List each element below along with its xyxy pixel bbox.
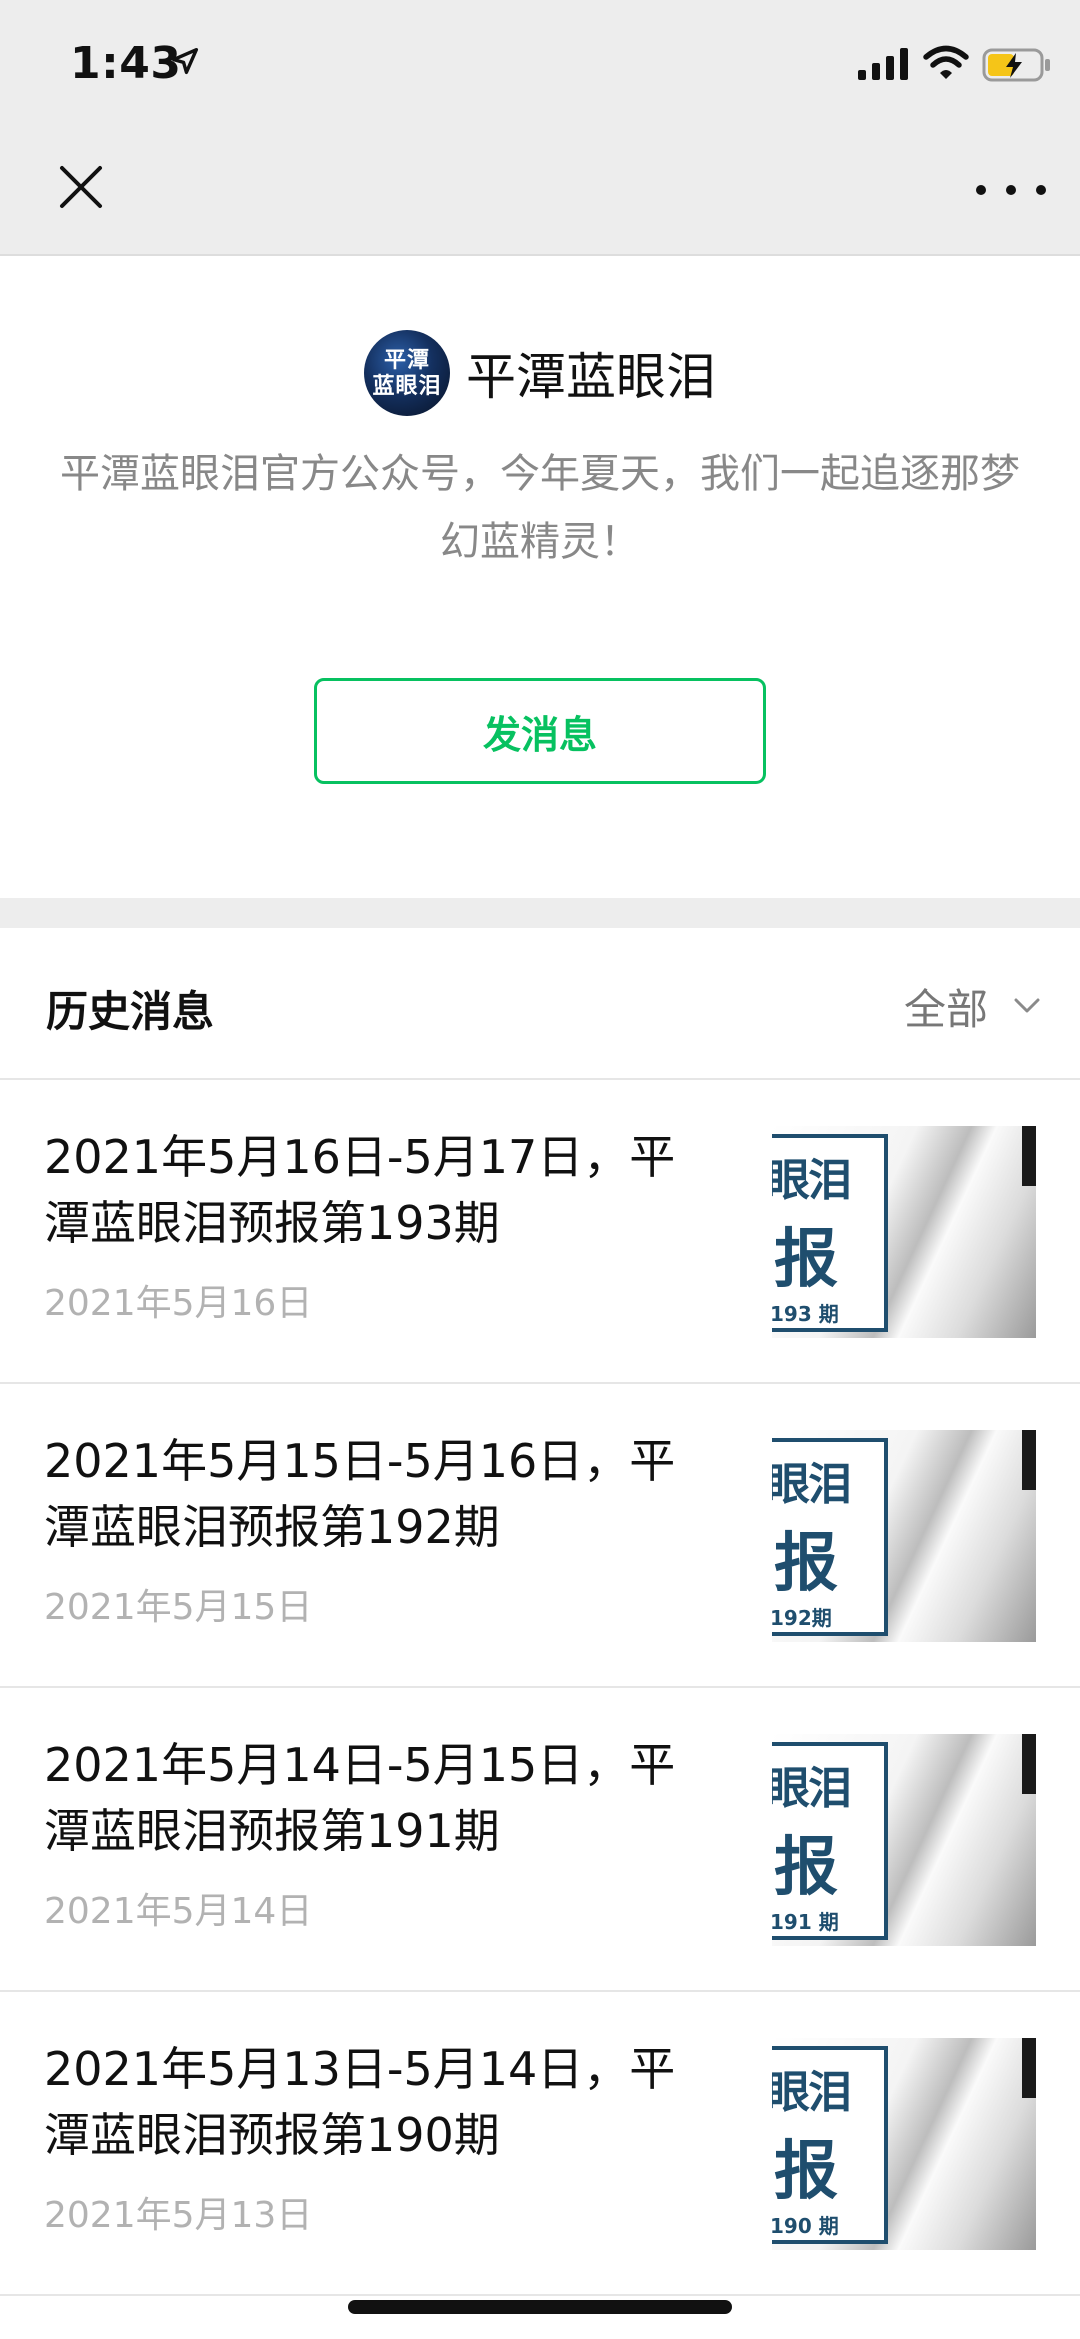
account-profile: 平潭 蓝眼泪 平潭蓝眼泪 平潭蓝眼泪官方公众号，今年夏天，我们一起追逐那梦幻蓝精… [0,266,1080,898]
account-description: 平潭蓝眼泪官方公众号，今年夏天，我们一起追逐那梦幻蓝精灵！ [60,451,1020,565]
thumbnail-corner [1022,1430,1036,1490]
cellular-signal-icon [858,48,908,80]
article-thumbnail: 眼泪 报 190 期 [772,2038,1036,2250]
history-header: 历史消息 全部 [0,928,1080,1080]
thumbnail-corner [1022,1734,1036,1794]
battery-charging-icon [982,48,1050,82]
more-dot [1036,185,1046,195]
home-indicator[interactable] [348,2300,732,2314]
thumbnail-text: 眼泪 [772,1763,852,1814]
thumbnail-issue: 190 期 [772,2214,839,2238]
avatar[interactable]: 平潭 蓝眼泪 [364,330,450,416]
close-button[interactable] [54,160,108,214]
article-title: 2021年5月15日-5月16日，平潭蓝眼泪预报第192期 [44,1434,676,1554]
thumbnail-issue: 193 期 [772,1302,839,1326]
wifi-icon [923,45,969,79]
top-bar: 1:43 [0,0,1080,256]
section-divider [0,898,1080,928]
thumbnail-text: 眼泪 [772,1459,852,1510]
thumbnail-corner [1022,1126,1036,1186]
location-arrow-icon [171,47,199,75]
thumbnail-issue: 192期 [772,1606,832,1630]
thumbnail-frame: 眼泪 报 191 期 [772,1742,888,1940]
chevron-down-icon [1014,998,1040,1013]
thumbnail-text: 眼泪 [772,1155,852,1206]
thumbnail-text: 报 [774,1527,838,1601]
history-title: 历史消息 [46,987,215,1036]
avatar-text-line1: 平潭 [383,347,430,373]
article-date: 2021年5月14日 [44,1891,313,1932]
list-item[interactable]: 2021年5月14日-5月15日，平潭蓝眼泪预报第191期 2021年5月14日… [0,1688,1080,1992]
thumbnail-issue: 191 期 [772,1910,839,1934]
thumbnail-text: 报 [774,1223,838,1297]
more-dot [1006,185,1016,195]
list-item[interactable]: 2021年5月15日-5月16日，平潭蓝眼泪预报第192期 2021年5月15日… [0,1384,1080,1688]
thumbnail-frame: 眼泪 报 190 期 [772,2046,888,2244]
send-message-button[interactable]: 发消息 [314,678,766,784]
close-icon [60,166,102,208]
thumbnail-frame: 眼泪 报 193 期 [772,1134,888,1332]
thumbnail-text: 报 [774,1831,838,1905]
article-thumbnail: 眼泪 报 193 期 [772,1126,1036,1338]
thumbnail-text: 眼泪 [772,2067,852,2118]
thumbnail-text: 报 [774,2135,838,2209]
list-item[interactable]: 2021年5月13日-5月14日，平潭蓝眼泪预报第190期 2021年5月13日… [0,1992,1080,2296]
status-time: 1:43 [70,38,182,89]
article-title: 2021年5月16日-5月17日，平潭蓝眼泪预报第193期 [44,1130,676,1250]
article-date: 2021年5月15日 [44,1587,313,1628]
more-button[interactable] [976,170,1046,210]
profile-header: 平潭 蓝眼泪 平潭蓝眼泪 [0,330,1080,416]
history-filter-dropdown[interactable]: 全部 [904,976,1040,1036]
article-thumbnail: 眼泪 报 192期 [772,1430,1036,1642]
more-dots-icon [976,185,986,195]
avatar-text-line2: 蓝眼泪 [372,373,442,399]
article-date: 2021年5月16日 [44,1283,313,1324]
thumbnail-frame: 眼泪 报 192期 [772,1438,888,1636]
history-list: 2021年5月16日-5月17日，平潭蓝眼泪预报第193期 2021年5月16日… [0,1080,1080,2296]
history-filter-label: 全部 [903,984,988,1034]
article-title: 2021年5月13日-5月14日，平潭蓝眼泪预报第190期 [44,2042,676,2162]
list-item[interactable]: 2021年5月16日-5月17日，平潭蓝眼泪预报第193期 2021年5月16日… [0,1080,1080,1384]
article-title: 2021年5月14日-5月15日，平潭蓝眼泪预报第191期 [44,1738,676,1858]
article-date: 2021年5月13日 [44,2195,313,2236]
article-thumbnail: 眼泪 报 191 期 [772,1734,1036,1946]
account-name: 平潭蓝眼泪 [466,348,716,406]
thumbnail-corner [1022,2038,1036,2098]
